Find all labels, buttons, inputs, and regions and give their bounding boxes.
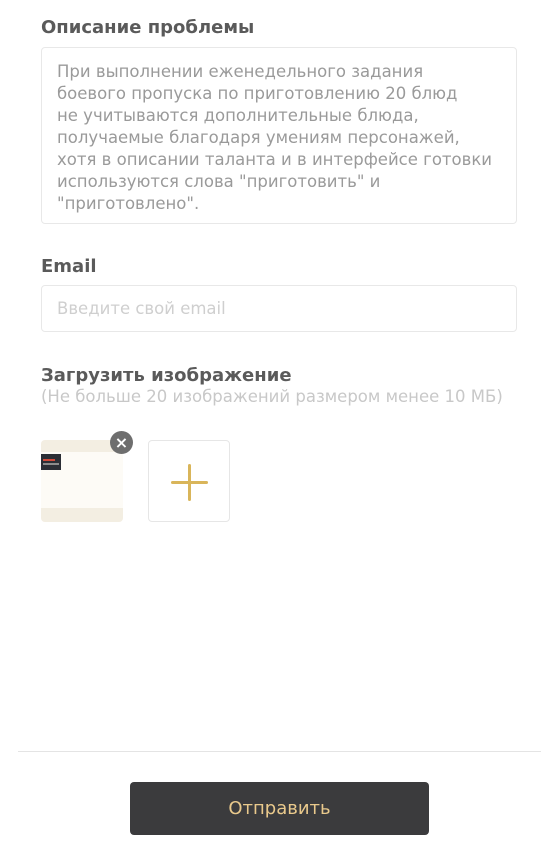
close-icon: ×	[114, 433, 129, 452]
footer-divider	[18, 751, 541, 752]
upload-hint: (Не больше 20 изображений размером менее…	[41, 387, 503, 406]
email-title: Email	[41, 256, 97, 277]
problem-description-title: Описание проблемы	[41, 17, 255, 38]
feedback-form: Описание проблемы При выполнении еженеде…	[0, 0, 557, 850]
submit-button[interactable]: Отправить	[130, 782, 429, 835]
add-image-button[interactable]	[148, 440, 230, 522]
thumbnail-image	[41, 440, 123, 522]
uploaded-image-thumbnail[interactable]	[41, 440, 123, 522]
upload-title: Загрузить изображение	[41, 365, 292, 386]
email-input[interactable]	[41, 285, 517, 332]
remove-image-button[interactable]: ×	[110, 431, 133, 454]
problem-description-textarea[interactable]: При выполнении еженедельного задания бое…	[41, 47, 517, 224]
